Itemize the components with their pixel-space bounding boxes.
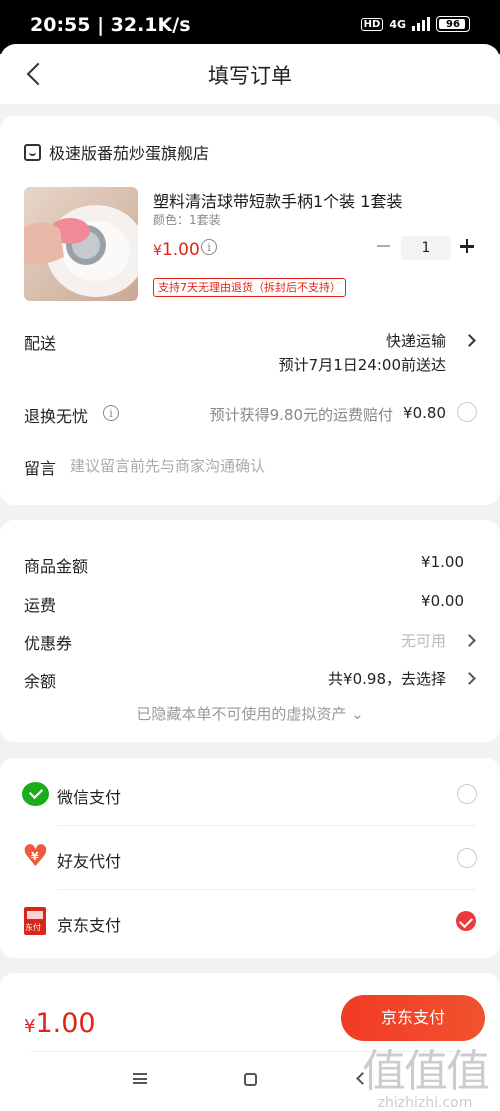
- balance-label: 余额: [24, 672, 57, 691]
- payment-methods-card: 微信支付 好友代付 东付 京东支付: [0, 758, 500, 958]
- balance-value[interactable]: 共¥0.98，去选择: [328, 668, 446, 689]
- page-header: 填写订单: [0, 44, 500, 104]
- shipping-label: 运费: [24, 596, 57, 615]
- info-icon[interactable]: i: [201, 239, 217, 255]
- price-summary-card: 商品金额 ¥1.00 运费 ¥0.00 优惠券 无可用 余额 共¥0.98，去选…: [0, 520, 500, 742]
- return-policy-tag: 支持7天无理由退货（拆封后不支持）: [153, 278, 346, 297]
- status-icons: HD 4G 96: [360, 16, 470, 32]
- quantity-decrease-button[interactable]: [375, 237, 393, 255]
- payment-option-label: 好友代付: [57, 852, 122, 871]
- battery-level: 96: [446, 18, 460, 30]
- product-name: 塑料清洁球带短款手柄1个装 1套装: [153, 192, 403, 211]
- order-card: 极速版番茄炒蛋旗舰店 塑料清洁球带短款手柄1个装 1套装 颜色：1套装 ¥1.0…: [0, 116, 500, 505]
- goods-amount-value: ¥1.00: [421, 553, 464, 571]
- payment-option-friend[interactable]: 好友代付: [0, 826, 500, 890]
- shipping-value: ¥0.00: [421, 592, 464, 610]
- return-insurance-price: ¥0.80: [403, 404, 446, 422]
- payment-option-label: 京东支付: [57, 916, 122, 935]
- message-label: 留言: [24, 459, 57, 478]
- payment-option-jdpay[interactable]: 东付 京东支付: [0, 890, 500, 954]
- jd-pay-icon: 东付: [24, 907, 46, 935]
- nav-menu-icon[interactable]: [133, 1073, 147, 1084]
- delivery-label: 配送: [24, 334, 57, 353]
- coupon-value[interactable]: 无可用: [401, 630, 446, 651]
- coupon-chevron-icon[interactable]: [463, 634, 476, 647]
- nav-home-icon[interactable]: [244, 1073, 257, 1086]
- delivery-method[interactable]: 快递运输: [386, 330, 446, 351]
- shop-row[interactable]: 极速版番茄炒蛋旗舰店: [24, 140, 209, 164]
- signal-icon: [412, 17, 430, 31]
- wechat-pay-icon: [22, 782, 49, 806]
- product-spec: 颜色：1套装: [153, 213, 221, 227]
- hd-icon: HD: [360, 17, 384, 31]
- payment-radio-wechat[interactable]: [457, 784, 477, 804]
- payment-radio-jdpay[interactable]: [456, 911, 476, 931]
- network-label: 4G: [389, 17, 406, 31]
- delivery-eta: 预计7月1日24:00前送达: [278, 356, 446, 374]
- delivery-chevron-icon[interactable]: [463, 334, 476, 347]
- product-price: ¥1.00: [153, 240, 200, 260]
- return-insurance-desc: 预计获得9.80元的运费赔付: [209, 406, 393, 424]
- shop-icon: [24, 143, 41, 161]
- return-insurance-checkbox[interactable]: [457, 402, 477, 422]
- return-insurance-info-icon[interactable]: i: [103, 405, 119, 421]
- hidden-assets-toggle[interactable]: 已隐藏本单不可使用的虚拟资产 ⌄: [0, 703, 500, 724]
- coupon-label: 优惠券: [24, 634, 73, 653]
- balance-chevron-icon[interactable]: [463, 672, 476, 685]
- watermark: 值值值 zhizhizhi.com: [362, 1046, 490, 1111]
- payment-option-wechat[interactable]: 微信支付: [0, 762, 500, 826]
- status-time: 20:55 | 32.1K/s: [30, 14, 191, 36]
- payment-radio-friend[interactable]: [457, 848, 477, 868]
- shop-name: 极速版番茄炒蛋旗舰店: [49, 144, 210, 163]
- battery-icon: 96: [436, 16, 470, 32]
- product-image[interactable]: [24, 187, 138, 301]
- checkout-bar: ¥1.00 京东支付 值值值 zhizhizhi.com: [0, 973, 500, 1111]
- payment-option-label: 微信支付: [57, 788, 122, 807]
- quantity-value[interactable]: 1: [401, 236, 451, 260]
- order-total: ¥1.00: [24, 1008, 96, 1039]
- goods-amount-label: 商品金额: [24, 557, 89, 576]
- quantity-increase-button[interactable]: [458, 238, 476, 256]
- friend-pay-icon: [22, 839, 49, 874]
- product-photo: [24, 205, 138, 297]
- return-insurance-label: 退换无忧: [24, 407, 89, 426]
- message-input[interactable]: 建议留言前先与商家沟通确认: [70, 455, 265, 476]
- page-title: 填写订单: [208, 64, 292, 88]
